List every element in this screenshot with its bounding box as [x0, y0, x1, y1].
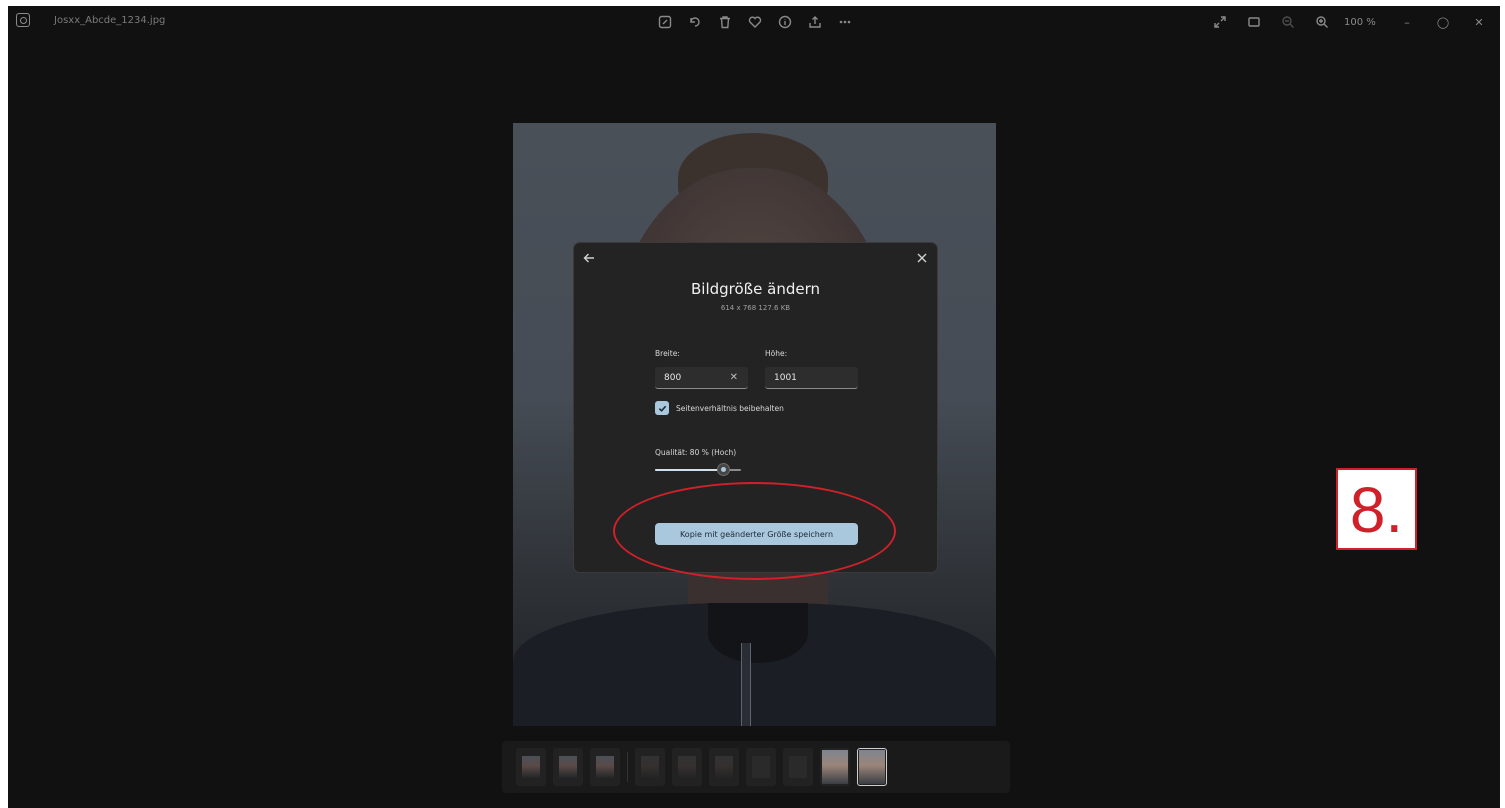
filmstrip-thumbnail[interactable]: [709, 748, 739, 786]
image-toolbar: [653, 11, 857, 33]
thumbnail-image: [752, 756, 770, 778]
thumbnail-image: [789, 756, 807, 778]
thumbnail-list: [516, 748, 887, 786]
close-window-button[interactable]: ✕: [1466, 11, 1492, 33]
edit-image-button[interactable]: [653, 11, 677, 33]
restore-button[interactable]: ◯: [1430, 11, 1456, 33]
trash-icon: [720, 16, 730, 29]
thumbnail-image: [822, 750, 848, 784]
back-button[interactable]: [580, 249, 598, 267]
filmstrip-thumbnail[interactable]: [820, 748, 850, 786]
share-icon: [809, 16, 821, 28]
zoom-out-button[interactable]: [1276, 11, 1300, 33]
info-icon: [778, 15, 792, 29]
close-icon: ✕: [1474, 15, 1484, 29]
photos-app-window: Josxx_Abcde_1234.jpg 100 % – ◯ ✕ Bildgrö…: [8, 6, 1500, 808]
highlight-circle: [613, 482, 896, 580]
width-value: 800: [664, 373, 682, 383]
dialog-title: Bildgröße ändern: [691, 280, 820, 298]
filmstrip-thumbnail[interactable]: [857, 748, 887, 786]
quality-slider-fill: [655, 469, 724, 471]
favorite-button[interactable]: [743, 11, 767, 33]
thumbnail-image: [596, 756, 614, 778]
photo-zipper: [741, 643, 751, 726]
share-button[interactable]: [803, 11, 827, 33]
close-icon: [917, 253, 927, 263]
height-value: 1001: [774, 373, 797, 383]
more-icon: [839, 20, 851, 24]
more-options-button[interactable]: [833, 11, 857, 33]
rotate-icon: [690, 17, 700, 27]
rotate-button[interactable]: [683, 11, 707, 33]
info-button[interactable]: [773, 11, 797, 33]
clear-icon[interactable]: ✕: [730, 372, 738, 383]
heart-icon: [748, 16, 762, 28]
zoom-out-icon: [1282, 16, 1294, 28]
expand-icon: [1214, 16, 1226, 28]
arrow-left-icon: [583, 253, 594, 263]
edit-icon: [658, 15, 672, 29]
fit-icon: [1248, 17, 1260, 27]
checkmark-icon: [658, 405, 666, 412]
height-label: Höhe:: [765, 349, 788, 358]
filmstrip-thumbnail[interactable]: [516, 748, 546, 786]
file-name: Josxx_Abcde_1234.jpg: [54, 15, 166, 26]
minimize-icon: –: [1404, 15, 1410, 29]
filmstrip-thumbnail[interactable]: [553, 748, 583, 786]
minimize-button[interactable]: –: [1394, 11, 1420, 33]
photo-shirt: [708, 603, 808, 663]
filmstrip-thumbnail[interactable]: [783, 748, 813, 786]
height-input[interactable]: 1001: [765, 367, 858, 389]
quality-slider-thumb[interactable]: [717, 463, 731, 476]
photos-app-icon: [16, 13, 30, 27]
delete-button[interactable]: [713, 11, 737, 33]
restore-icon: ◯: [1436, 15, 1450, 29]
width-input[interactable]: 800 ✕: [655, 367, 748, 389]
filmstrip-thumbnail[interactable]: [746, 748, 776, 786]
thumbnail-image: [641, 756, 659, 778]
step-number-label: 8.: [1336, 468, 1417, 550]
quality-label: Qualität: 80 % (Hoch): [655, 448, 737, 457]
thumbnail-image: [522, 756, 540, 778]
view-controls: 100 % – ◯ ✕: [1208, 11, 1492, 33]
zoom-in-icon: [1316, 16, 1328, 28]
thumbnail-image: [678, 756, 696, 778]
fullscreen-button[interactable]: [1208, 11, 1232, 33]
aspect-ratio-label: Seitenverhältnis beibehalten: [676, 404, 784, 413]
zoom-level[interactable]: 100 %: [1344, 17, 1384, 28]
filmstrip-separator: [627, 752, 628, 782]
fit-window-button[interactable]: [1242, 11, 1266, 33]
image-size-info: 614 x 768 127.6 KB: [720, 304, 791, 312]
quality-slider[interactable]: [655, 463, 741, 476]
filmstrip-thumbnail[interactable]: [635, 748, 665, 786]
dialog-close-button[interactable]: [913, 249, 931, 267]
title-bar: Josxx_Abcde_1234.jpg 100 % – ◯ ✕: [8, 6, 1500, 40]
filmstrip-thumbnail[interactable]: [672, 748, 702, 786]
thumbnail-image: [859, 750, 885, 784]
filmstrip: [502, 741, 1010, 793]
thumbnail-image: [715, 756, 733, 778]
aspect-ratio-checkbox[interactable]: [655, 401, 669, 415]
filmstrip-thumbnail[interactable]: [590, 748, 620, 786]
thumbnail-image: [559, 756, 577, 778]
width-label: Breite:: [655, 349, 680, 358]
zoom-in-button[interactable]: [1310, 11, 1334, 33]
